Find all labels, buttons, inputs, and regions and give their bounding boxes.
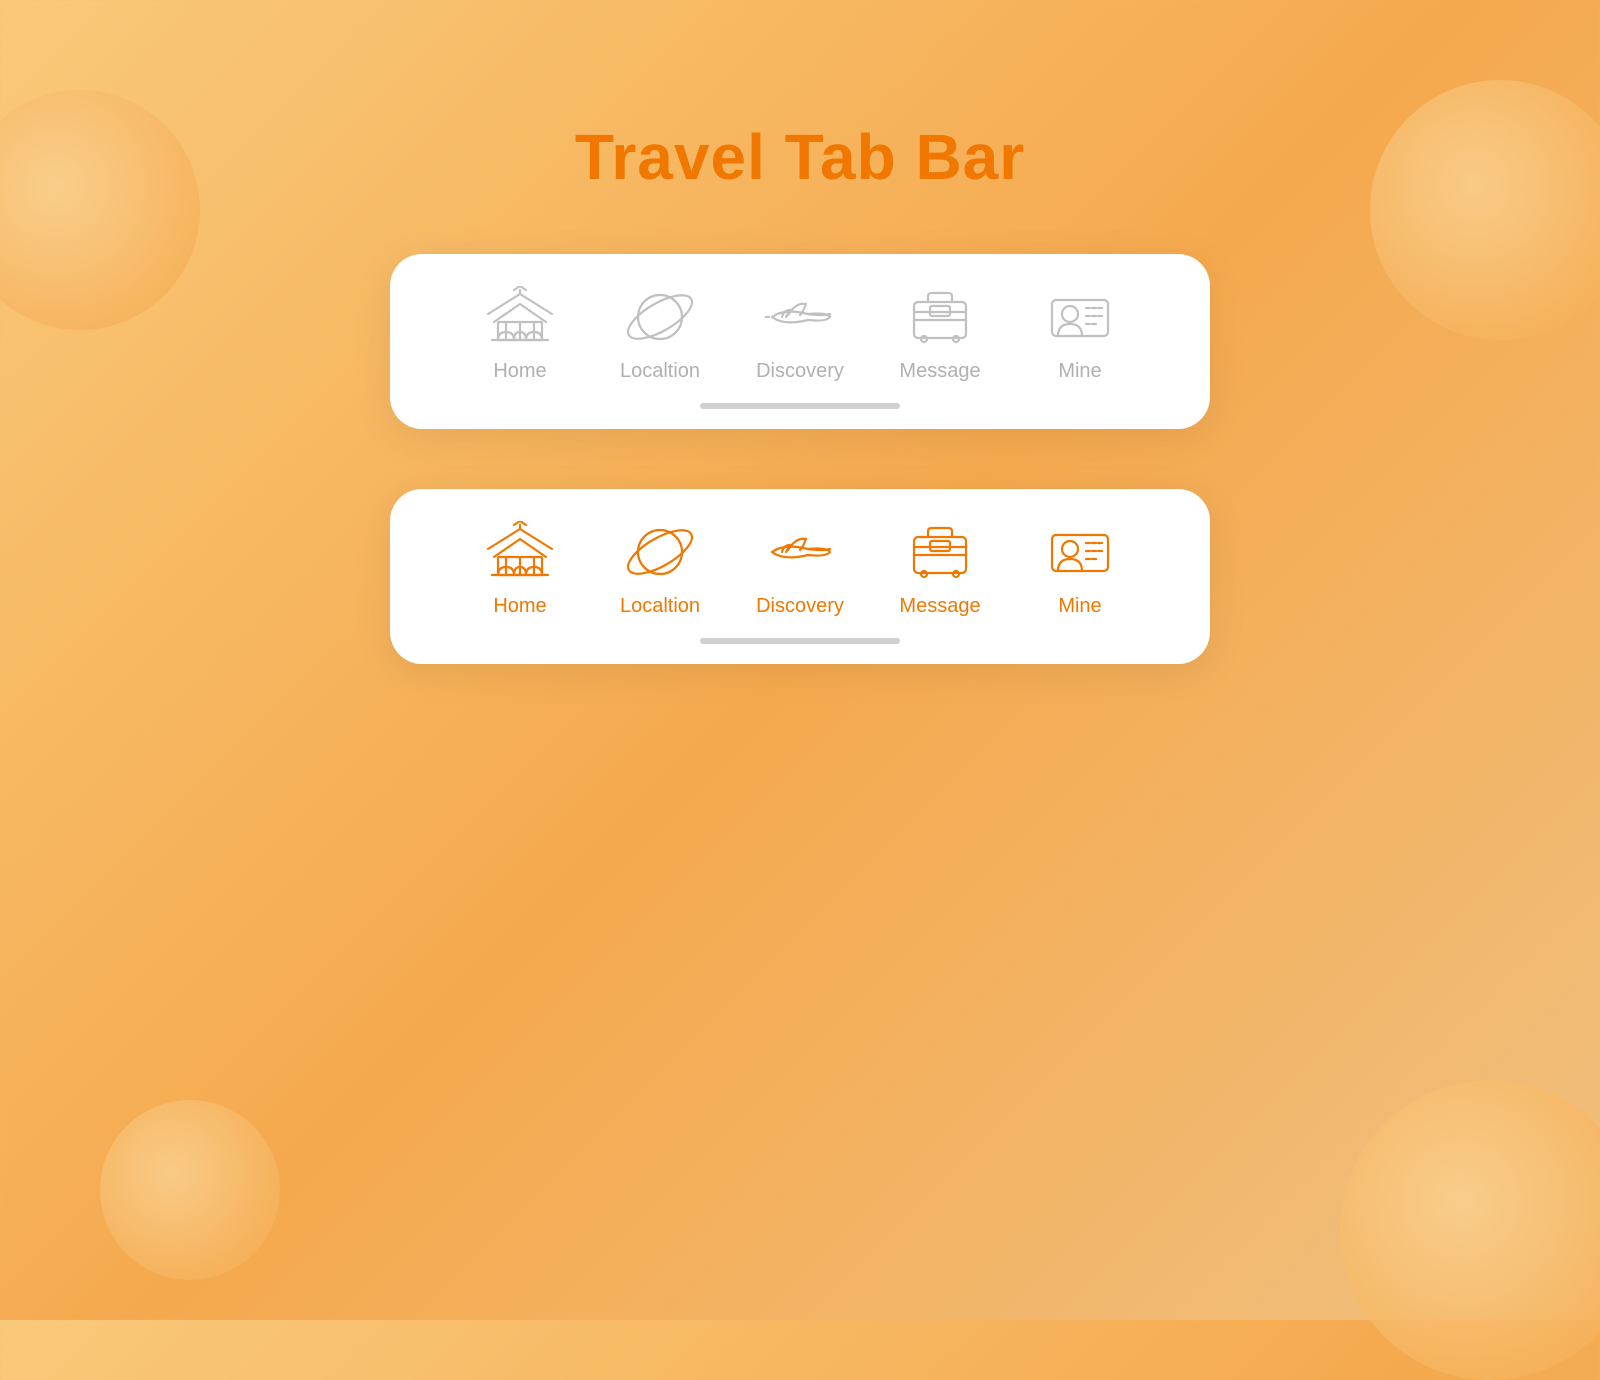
discovery-icon	[760, 282, 840, 352]
home-label-inactive: Home	[493, 360, 546, 383]
mine-label-active: Mine	[1058, 595, 1101, 618]
discovery-label-active: Discovery	[756, 595, 844, 618]
inactive-tab-bar: Home Localtion	[390, 254, 1210, 429]
message-icon-active	[900, 517, 980, 587]
tab-item-mine-active[interactable]: Mine	[1020, 517, 1140, 618]
discovery-icon-active	[760, 517, 840, 587]
active-tab-items: Home Localtion	[450, 517, 1150, 618]
tab-item-home-inactive[interactable]: Home	[460, 282, 580, 383]
active-tabbar-wrapper: Home Localtion	[0, 489, 1600, 664]
discovery-label-inactive: Discovery	[756, 360, 844, 383]
page-title: Travel Tab Bar	[0, 120, 1600, 194]
mine-icon-active	[1040, 517, 1120, 587]
active-tab-indicator	[700, 638, 900, 644]
tab-item-discovery-active[interactable]: Discovery	[740, 517, 860, 618]
message-label-active: Message	[899, 595, 980, 618]
tab-item-discovery-inactive[interactable]: Discovery	[740, 282, 860, 383]
location-label-inactive: Localtion	[620, 360, 700, 383]
inactive-tabbar-wrapper: Home Localtion	[0, 254, 1600, 429]
tab-item-message-inactive[interactable]: Message	[880, 282, 1000, 383]
home-label-active: Home	[493, 595, 546, 618]
location-label-active: Localtion	[620, 595, 700, 618]
tab-item-mine-inactive[interactable]: Mine	[1020, 282, 1140, 383]
inactive-tab-items: Home Localtion	[450, 282, 1150, 383]
inactive-tab-indicator	[700, 403, 900, 409]
tab-item-home-active[interactable]: Home	[460, 517, 580, 618]
message-icon	[900, 282, 980, 352]
home-icon	[480, 282, 560, 352]
tab-item-location-inactive[interactable]: Localtion	[600, 282, 720, 383]
mine-icon	[1040, 282, 1120, 352]
message-label-inactive: Message	[899, 360, 980, 383]
tab-item-location-active[interactable]: Localtion	[600, 517, 720, 618]
decorative-circle-bl	[100, 1100, 280, 1280]
location-icon-active	[620, 517, 700, 587]
mine-label-inactive: Mine	[1058, 360, 1101, 383]
decorative-circle-br	[1340, 1080, 1600, 1380]
home-icon-active	[480, 517, 560, 587]
tab-item-message-active[interactable]: Message	[880, 517, 1000, 618]
location-icon	[620, 282, 700, 352]
active-tab-bar: Home Localtion	[390, 489, 1210, 664]
